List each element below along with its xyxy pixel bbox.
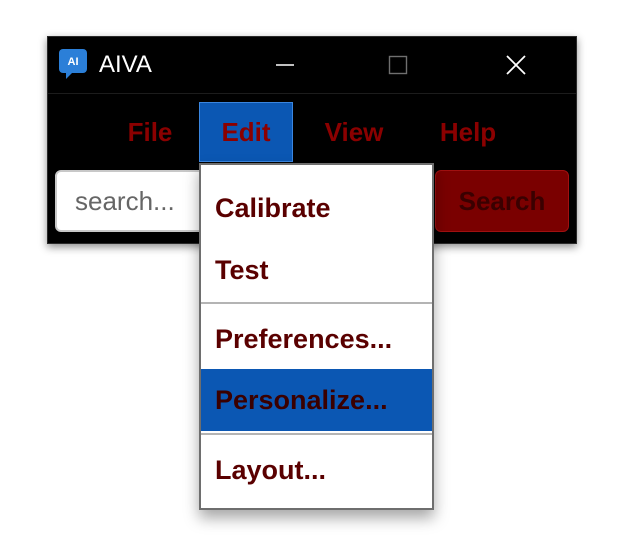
minimize-icon — [276, 64, 294, 66]
menu-item-test[interactable]: Test — [201, 239, 432, 301]
menu-file[interactable]: File — [112, 102, 188, 162]
close-button[interactable] — [486, 37, 546, 93]
minimize-button[interactable] — [255, 37, 315, 93]
maximize-button[interactable] — [368, 37, 428, 93]
menu-help[interactable]: Help — [426, 102, 510, 162]
menu-item-calibrate[interactable]: Calibrate — [201, 177, 432, 239]
window-title: AIVA — [99, 51, 152, 78]
menu-edit[interactable]: Edit — [199, 102, 293, 162]
edit-dropdown-menu: Calibrate Test Preferences... Personaliz… — [199, 163, 434, 510]
menu-item-preferences[interactable]: Preferences... — [201, 308, 432, 370]
ai-icon-label: AI — [68, 56, 79, 68]
title-bar[interactable]: AI AIVA — [48, 37, 576, 93]
menu-separator — [201, 433, 432, 435]
menu-item-personalize[interactable]: Personalize... — [201, 369, 432, 431]
search-button[interactable]: Search — [435, 170, 569, 232]
menu-item-layout[interactable]: Layout... — [201, 439, 432, 501]
menu-bar: File Edit View Help — [48, 93, 576, 164]
menu-separator — [201, 302, 432, 304]
close-icon — [506, 55, 526, 75]
maximize-icon — [388, 55, 408, 75]
ai-chat-icon: AI — [59, 49, 87, 79]
menu-view[interactable]: View — [310, 102, 398, 162]
